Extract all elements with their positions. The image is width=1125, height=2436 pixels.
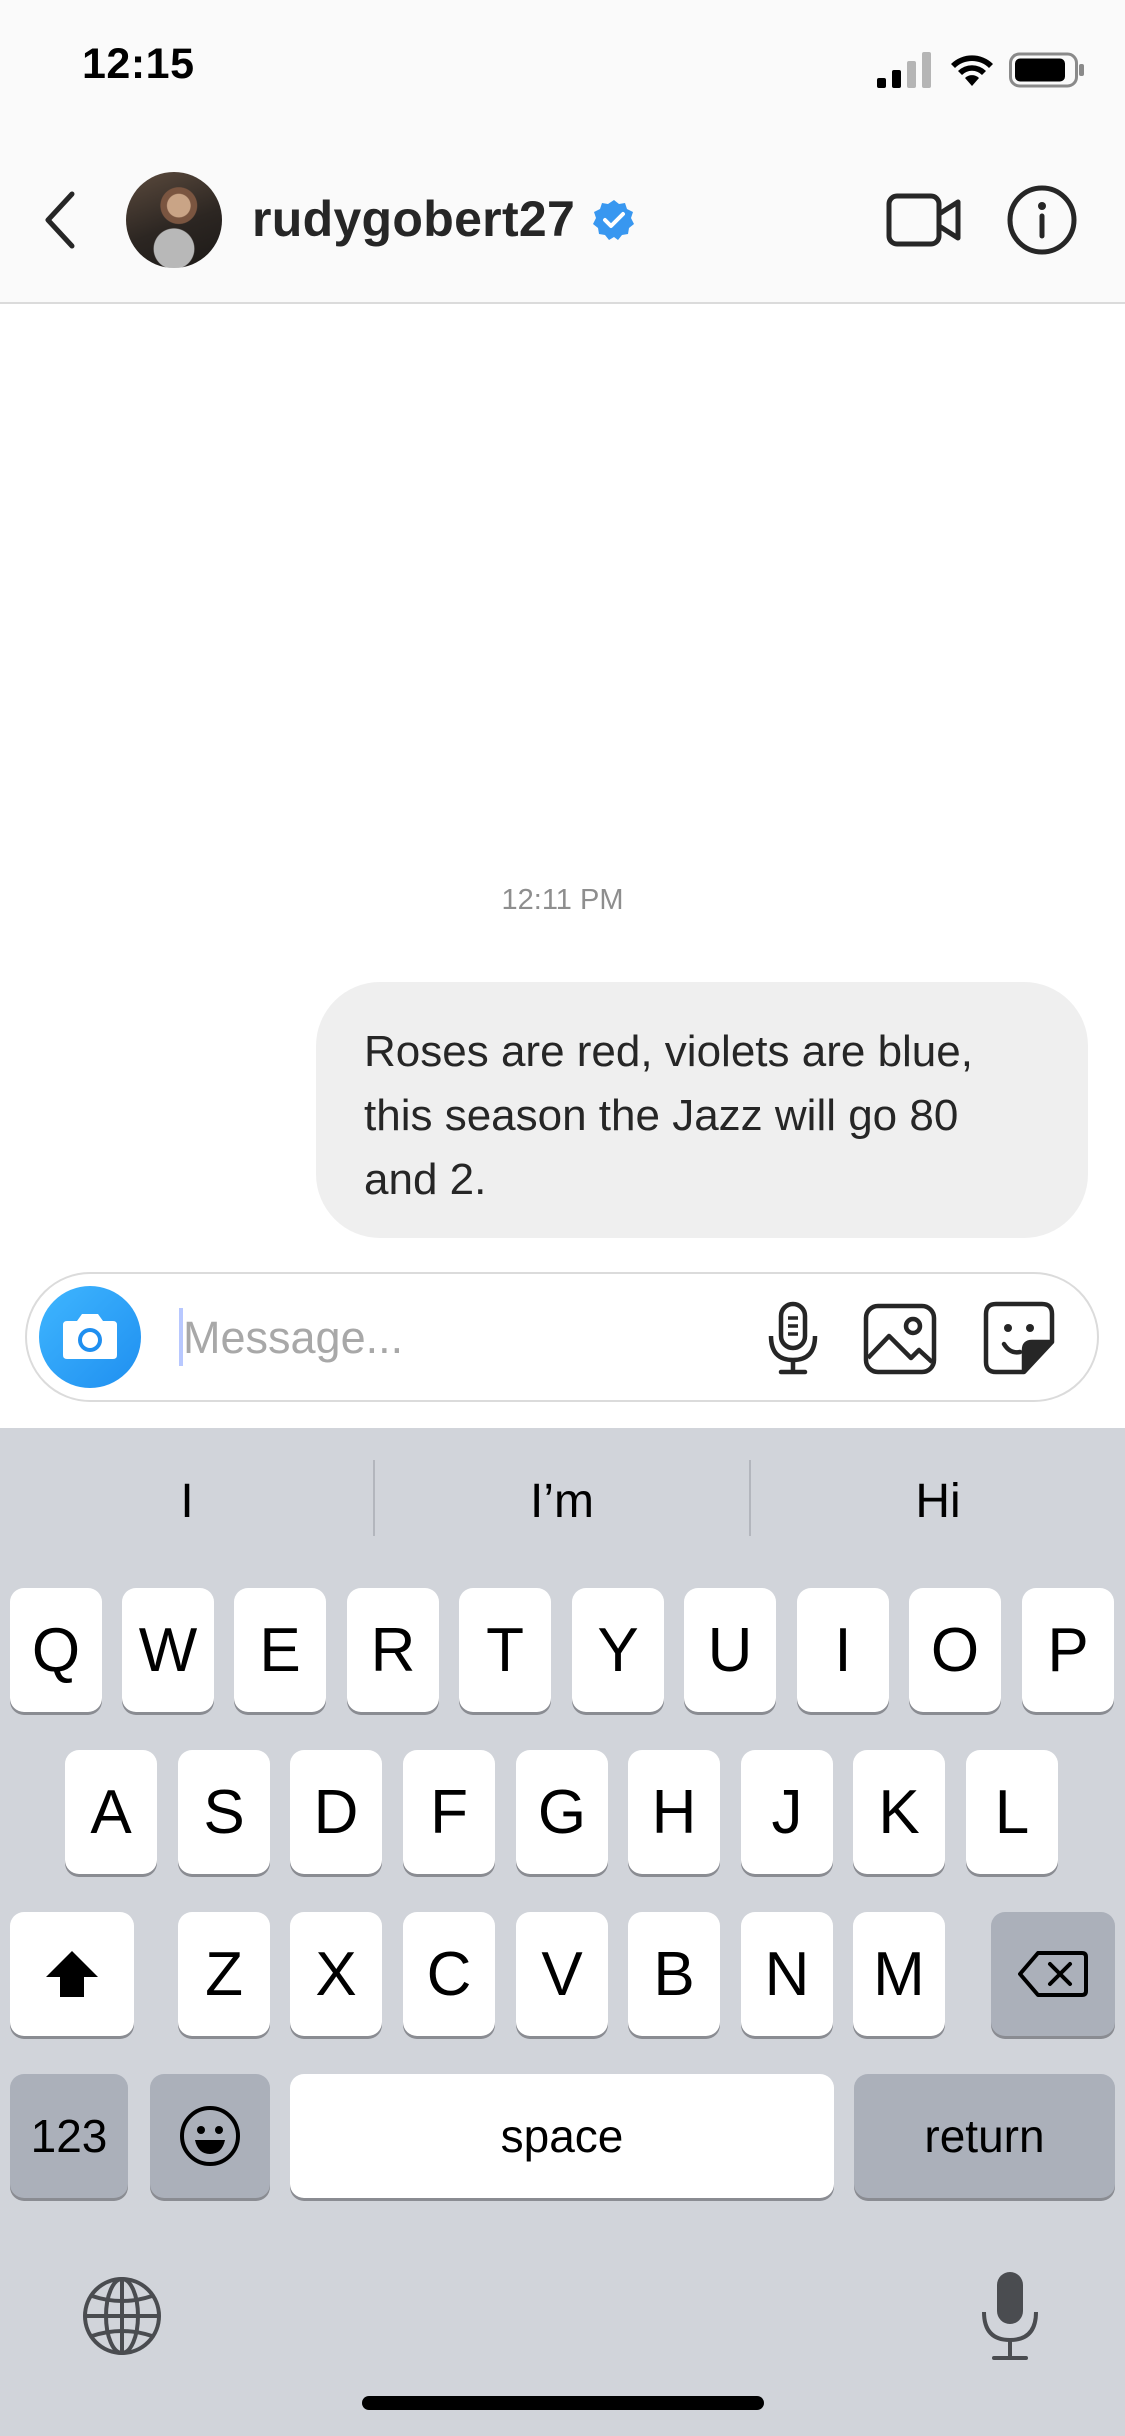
message-line: and 2. — [364, 1155, 487, 1204]
key-j[interactable]: J — [741, 1750, 833, 1874]
avatar[interactable] — [126, 172, 222, 268]
numbers-key[interactable]: 123 — [10, 2074, 128, 2198]
status-icons — [877, 48, 1085, 92]
shift-key[interactable] — [10, 1912, 134, 2036]
backspace-icon — [1018, 1951, 1088, 1997]
home-indicator — [362, 2396, 764, 2410]
status-time: 12:15 — [82, 40, 195, 88]
dictation-button[interactable] — [970, 2268, 1050, 2364]
suggestion-2[interactable]: I’m — [375, 1460, 749, 1544]
info-button[interactable] — [1006, 184, 1078, 256]
key-s[interactable]: S — [178, 1750, 270, 1874]
keyboard: I I’m Hi Q W E R T Y U I O P A S D F G H… — [0, 1428, 1125, 2436]
microphone-icon — [768, 1301, 818, 1375]
verified-badge-icon — [593, 200, 634, 240]
key-l[interactable]: L — [966, 1750, 1058, 1874]
message-line: this season the Jazz will go 80 — [364, 1091, 959, 1140]
gallery-button[interactable] — [861, 1298, 939, 1378]
dictation-mic-icon — [982, 2272, 1038, 2360]
message-timestamp: 12:11 PM — [501, 884, 624, 916]
key-c[interactable]: C — [403, 1912, 495, 2036]
key-v[interactable]: V — [516, 1912, 608, 2036]
username[interactable]: rudygobert27 — [252, 190, 575, 248]
battery-icon — [1009, 52, 1084, 88]
key-p[interactable]: P — [1022, 1588, 1114, 1712]
gallery-icon — [863, 1303, 937, 1375]
key-k[interactable]: K — [853, 1750, 945, 1874]
key-d[interactable]: D — [290, 1750, 382, 1874]
key-q[interactable]: Q — [10, 1588, 102, 1712]
suggestion-3[interactable]: Hi — [751, 1460, 1125, 1544]
key-x[interactable]: X — [290, 1912, 382, 2036]
key-g[interactable]: G — [516, 1750, 608, 1874]
key-r[interactable]: R — [347, 1588, 439, 1712]
wifi-icon — [951, 55, 993, 86]
cellular-signal-icon — [877, 52, 931, 88]
message-line: Roses are red, violets are blue, — [364, 1027, 973, 1076]
key-w[interactable]: W — [122, 1588, 214, 1712]
status-bar: 12:15 — [0, 0, 1125, 140]
emoji-icon — [180, 2106, 240, 2166]
key-m[interactable]: M — [853, 1912, 945, 2036]
key-e[interactable]: E — [234, 1588, 326, 1712]
suggestion-1[interactable]: I — [0, 1460, 374, 1544]
sent-message-bubble[interactable]: Roses are red, violets are blue, this se… — [316, 982, 1088, 1238]
globe-button[interactable] — [80, 2274, 164, 2358]
video-call-icon — [886, 193, 961, 247]
camera-button[interactable] — [39, 1286, 141, 1388]
camera-icon — [63, 1314, 117, 1359]
chevron-left-icon — [45, 191, 75, 249]
shift-icon — [46, 1951, 98, 1997]
chat-header: rudygobert27 — [0, 140, 1125, 304]
key-o[interactable]: O — [909, 1588, 1001, 1712]
key-u[interactable]: U — [684, 1588, 776, 1712]
video-call-button[interactable] — [886, 188, 962, 252]
key-t[interactable]: T — [459, 1588, 551, 1712]
sticker-button[interactable] — [980, 1298, 1058, 1378]
voice-message-button[interactable] — [755, 1298, 831, 1378]
key-y[interactable]: Y — [572, 1588, 664, 1712]
globe-icon — [83, 2277, 161, 2355]
key-i[interactable]: I — [797, 1588, 889, 1712]
delete-key[interactable] — [991, 1912, 1115, 2036]
key-z[interactable]: Z — [178, 1912, 270, 2036]
message-input[interactable]: Message... — [183, 1312, 403, 1364]
back-button[interactable] — [28, 188, 92, 252]
info-icon — [1007, 185, 1077, 255]
message-composer: Message... — [25, 1272, 1099, 1402]
space-key[interactable]: space — [290, 2074, 834, 2198]
emoji-key[interactable] — [150, 2074, 270, 2198]
key-a[interactable]: A — [65, 1750, 157, 1874]
key-b[interactable]: B — [628, 1912, 720, 2036]
sticker-icon — [983, 1301, 1055, 1375]
key-h[interactable]: H — [628, 1750, 720, 1874]
key-f[interactable]: F — [403, 1750, 495, 1874]
key-n[interactable]: N — [741, 1912, 833, 2036]
return-key[interactable]: return — [854, 2074, 1115, 2198]
